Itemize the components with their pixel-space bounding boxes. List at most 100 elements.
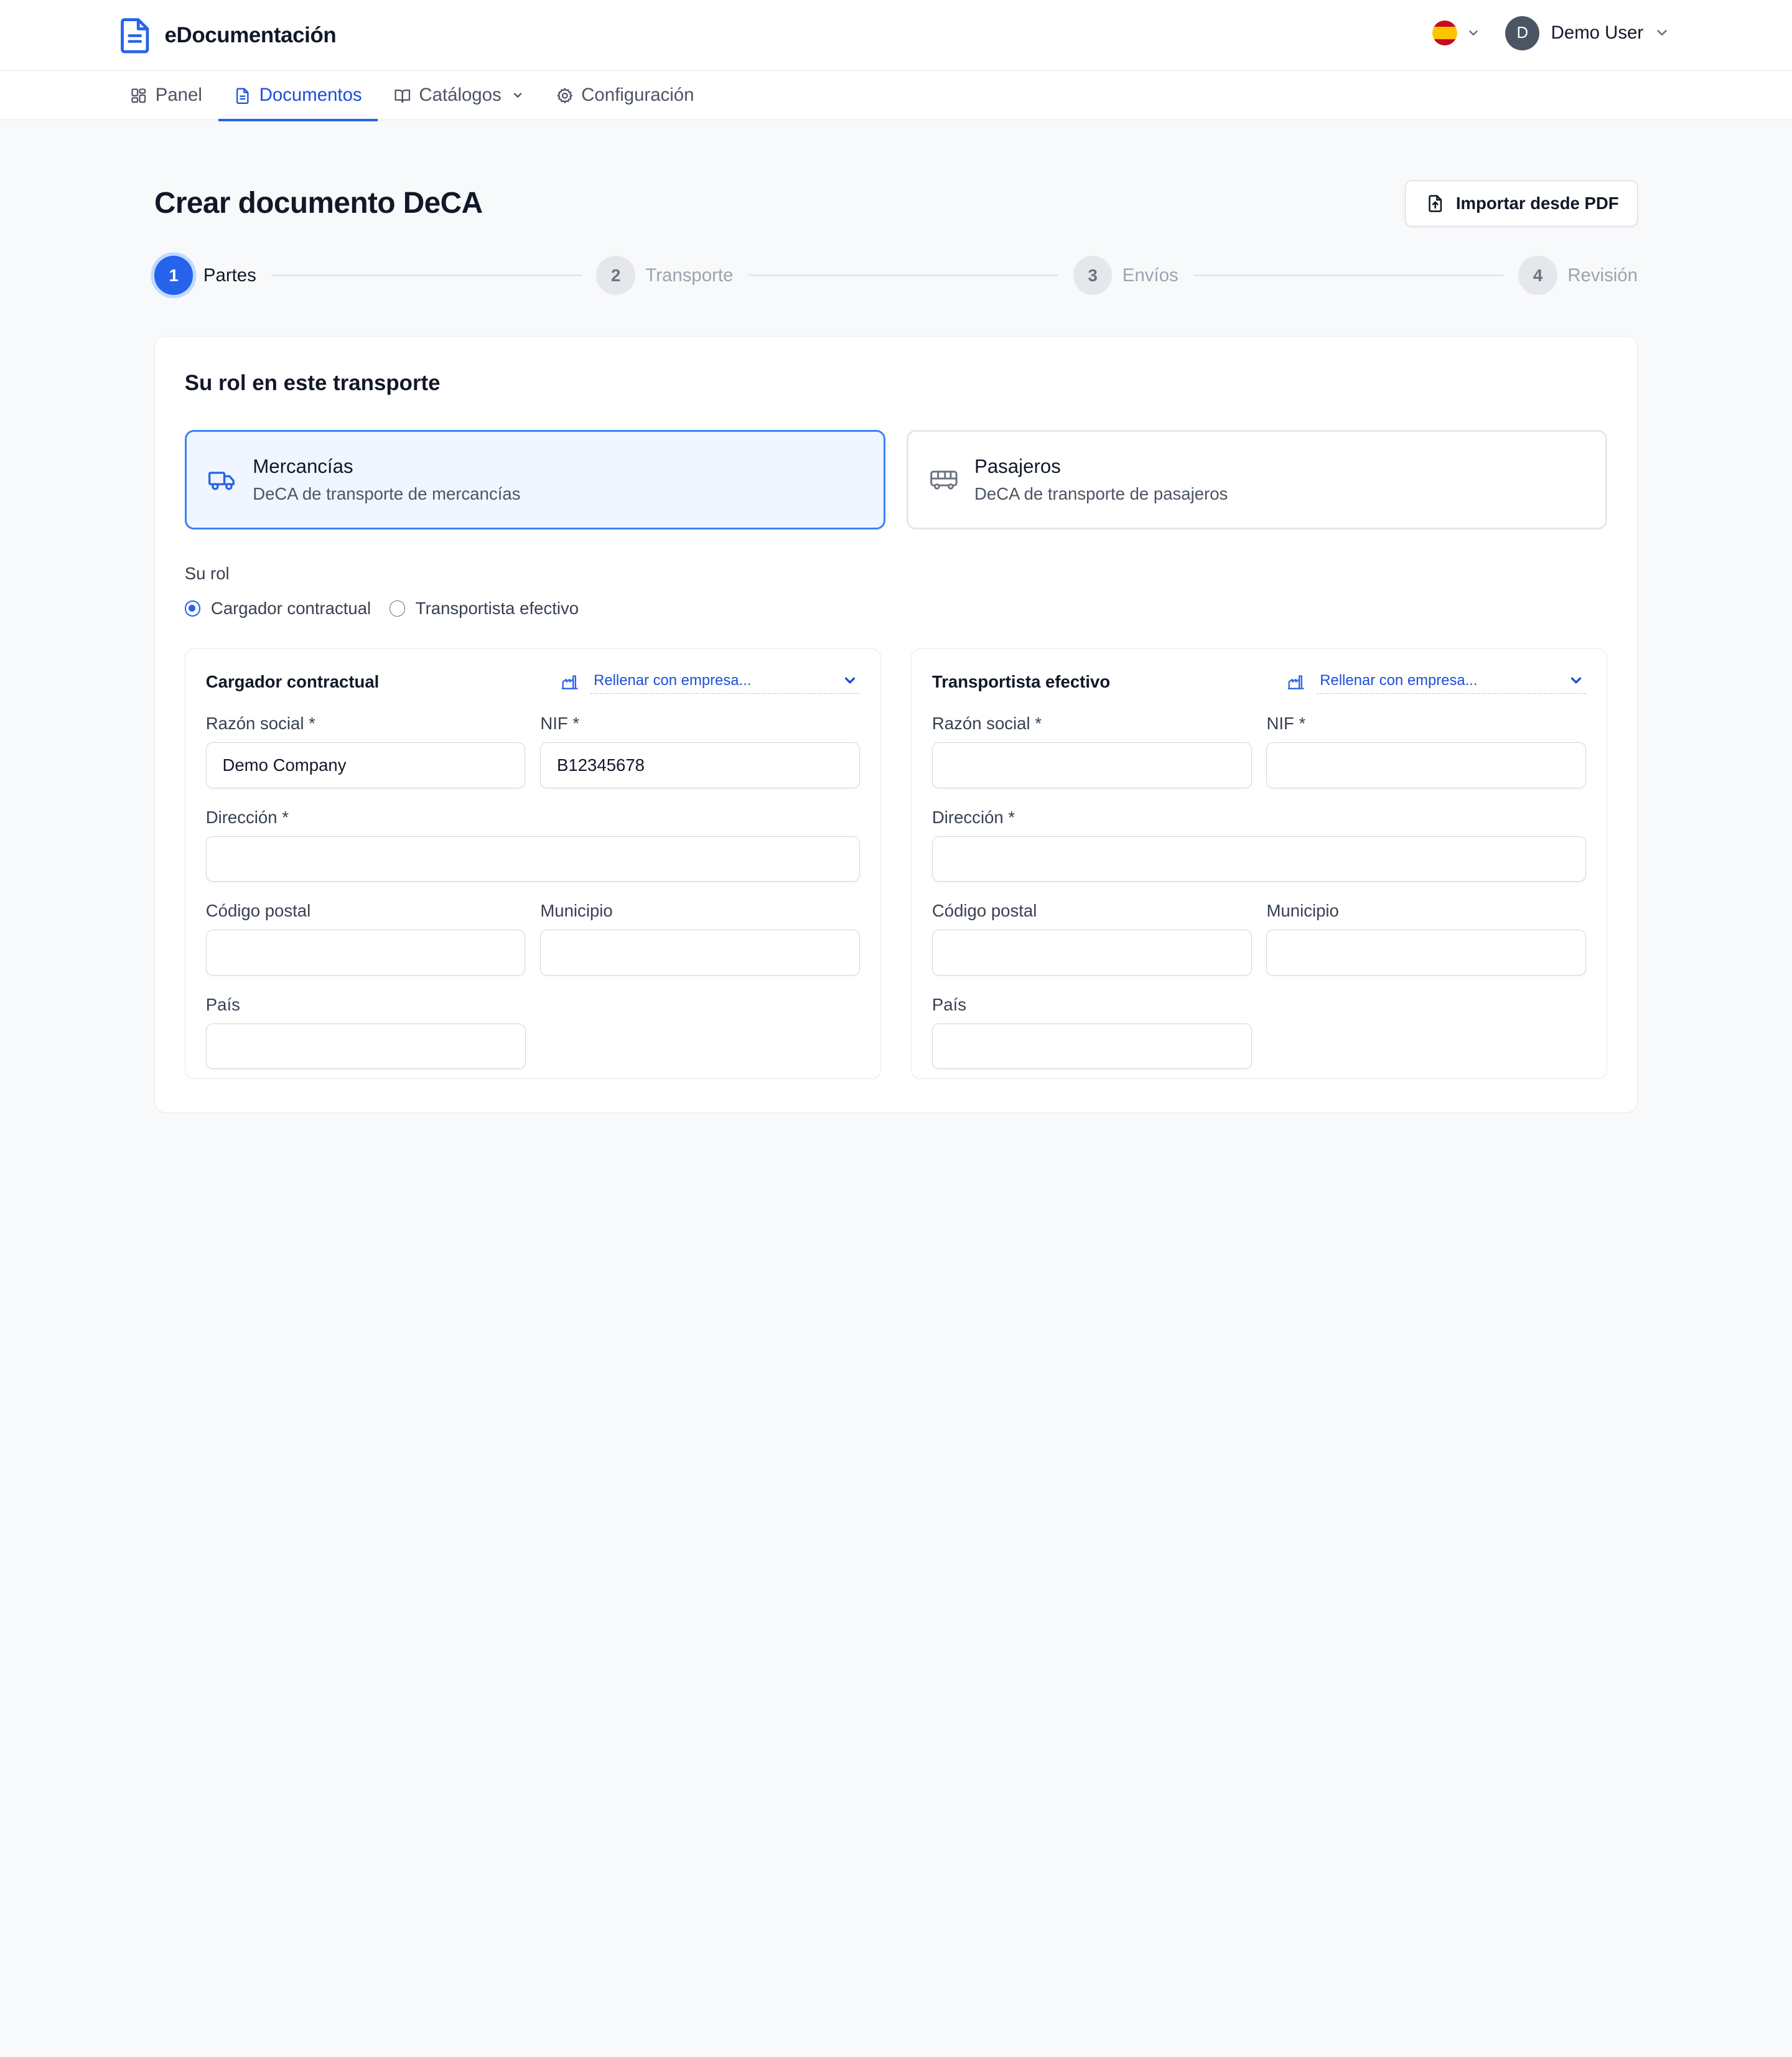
municipio-input[interactable] — [1266, 930, 1587, 976]
step-connector — [1193, 274, 1504, 277]
book-icon — [394, 89, 411, 103]
language-selector[interactable] — [1432, 21, 1480, 46]
type-description: DeCA de transporte de mercancías — [253, 483, 521, 503]
step-number: 2 — [596, 256, 635, 295]
radio-transportista-efectivo[interactable]: Transportista efectivo — [389, 598, 579, 618]
role-radio-group: Cargador contractual Transportista efect… — [184, 598, 1608, 618]
step-revision[interactable]: 4 Revisión — [1518, 256, 1638, 295]
truck-icon — [208, 472, 235, 490]
main-nav: Panel Documentos Catálogos Configuración — [0, 70, 1792, 121]
codigo-postal-input[interactable] — [931, 930, 1252, 976]
nav-item-label: Catálogos — [419, 85, 502, 106]
fill-with-company-select[interactable]: Rellenar con empresa... — [1287, 670, 1587, 694]
radio-cargador-contractual[interactable]: Cargador contractual — [184, 598, 371, 618]
chevron-down-icon — [1656, 30, 1667, 36]
nav-item-configuracion[interactable]: Configuración — [540, 71, 710, 120]
chevron-down-icon — [1570, 678, 1581, 684]
razon-social-label: Razón social * — [205, 714, 315, 734]
nav-item-label: Documentos — [259, 85, 362, 106]
step-envios[interactable]: 3 Envíos — [1073, 256, 1178, 295]
chevron-down-icon — [514, 93, 522, 98]
party-title: Transportista efectivo — [931, 671, 1111, 691]
type-title: Pasajeros — [974, 455, 1061, 478]
chevron-down-icon — [1468, 30, 1478, 36]
nav-item-label: Panel — [155, 85, 202, 106]
step-number: 3 — [1073, 256, 1113, 295]
top-bar: eDocumentación D Demo User — [0, 0, 1792, 71]
import-pdf-label: Importar desde PDF — [1455, 193, 1619, 213]
app-name: eDocumentación — [164, 22, 337, 47]
step-label: Revisión — [1567, 264, 1638, 286]
municipio-label: Municipio — [540, 901, 613, 921]
nav-item-catalogos[interactable]: Catálogos — [378, 71, 540, 120]
step-number: 4 — [1518, 256, 1557, 295]
step-connector — [271, 274, 582, 277]
document-icon — [236, 88, 249, 104]
razon-social-input[interactable] — [205, 742, 526, 788]
radio-label: Transportista efectivo — [415, 598, 579, 618]
document-logo-icon — [121, 17, 149, 54]
radio-unchecked-icon — [389, 600, 406, 617]
user-menu[interactable]: D Demo User — [1505, 16, 1668, 50]
type-description: DeCA de transporte de pasajeros — [974, 483, 1228, 503]
transport-type-group: Mercancías DeCA de transporte de mercanc… — [184, 430, 1608, 529]
nav-item-label: Configuración — [581, 85, 694, 106]
role-card: Su rol en este transporte Mercancías DeC… — [154, 335, 1638, 1113]
step-connector — [748, 274, 1059, 277]
step-label: Transporte — [645, 264, 734, 286]
radio-checked-icon — [184, 600, 201, 617]
factory-icon — [1287, 675, 1304, 689]
codigo-postal-label: Código postal — [931, 901, 1037, 921]
nav-item-panel[interactable]: Panel — [114, 71, 218, 120]
pais-input[interactable] — [205, 1023, 526, 1070]
fill-select-label: Rellenar con empresa... — [594, 672, 752, 689]
bus-icon — [930, 470, 958, 490]
razon-social-input[interactable] — [931, 742, 1252, 788]
nif-input[interactable] — [540, 742, 861, 788]
razon-social-label: Razón social * — [931, 714, 1042, 734]
type-option-pasajeros[interactable]: Pasajeros DeCA de transporte de pasajero… — [906, 430, 1608, 529]
step-number: 1 — [154, 256, 194, 295]
direccion-input[interactable] — [205, 836, 861, 882]
nif-label: NIF * — [540, 714, 580, 734]
pais-input[interactable] — [931, 1023, 1253, 1070]
main-content: Crear documento DeCA Importar desde PDF … — [154, 120, 1638, 1113]
page-title: Crear documento DeCA — [154, 187, 483, 220]
brand[interactable]: eDocumentación — [119, 17, 337, 54]
page: eDocumentación D Demo User Panel Documen… — [0, 0, 1792, 1120]
party-panel-transportista: Transportista efectivo Rellenar con empr… — [910, 648, 1608, 1080]
avatar: D — [1505, 16, 1540, 50]
party-title: Cargador contractual — [205, 671, 380, 691]
dashboard-icon — [131, 88, 146, 103]
factory-icon — [561, 675, 578, 689]
type-title: Mercancías — [253, 455, 353, 478]
radio-label: Cargador contractual — [210, 598, 371, 618]
fill-select-label: Rellenar con empresa... — [1320, 672, 1478, 689]
pais-label: País — [205, 994, 240, 1014]
gear-icon — [557, 88, 572, 103]
step-transporte[interactable]: 2 Transporte — [596, 256, 734, 295]
nav-item-documentos[interactable]: Documentos — [218, 71, 378, 121]
direccion-label: Dirección * — [205, 807, 289, 827]
card-title: Su rol en este transporte — [184, 371, 441, 396]
type-option-mercancias[interactable]: Mercancías DeCA de transporte de mercanc… — [184, 430, 886, 529]
step-label: Partes — [203, 264, 256, 286]
chevron-down-icon — [844, 678, 855, 684]
party-panel-cargador: Cargador contractual Rellenar con empres… — [184, 648, 882, 1080]
direccion-input[interactable] — [931, 836, 1587, 882]
nif-input[interactable] — [1266, 742, 1587, 788]
role-label: Su rol — [184, 564, 230, 583]
fill-with-company-select[interactable]: Rellenar con empresa... — [561, 670, 861, 694]
file-upload-icon — [1429, 195, 1442, 213]
nif-label: NIF * — [1266, 714, 1306, 734]
step-partes[interactable]: 1 Partes — [154, 256, 256, 295]
spain-flag-icon — [1432, 21, 1458, 46]
municipio-input[interactable] — [540, 930, 861, 976]
municipio-label: Municipio — [1266, 901, 1339, 921]
import-pdf-button[interactable]: Importar desde PDF — [1405, 180, 1638, 226]
step-label: Envíos — [1122, 264, 1178, 286]
codigo-postal-input[interactable] — [205, 930, 526, 976]
stepper: 1 Partes 2 Transporte 3 Envíos 4 Revisió… — [154, 255, 1638, 296]
codigo-postal-label: Código postal — [205, 901, 311, 921]
direccion-label: Dirección * — [931, 807, 1015, 827]
